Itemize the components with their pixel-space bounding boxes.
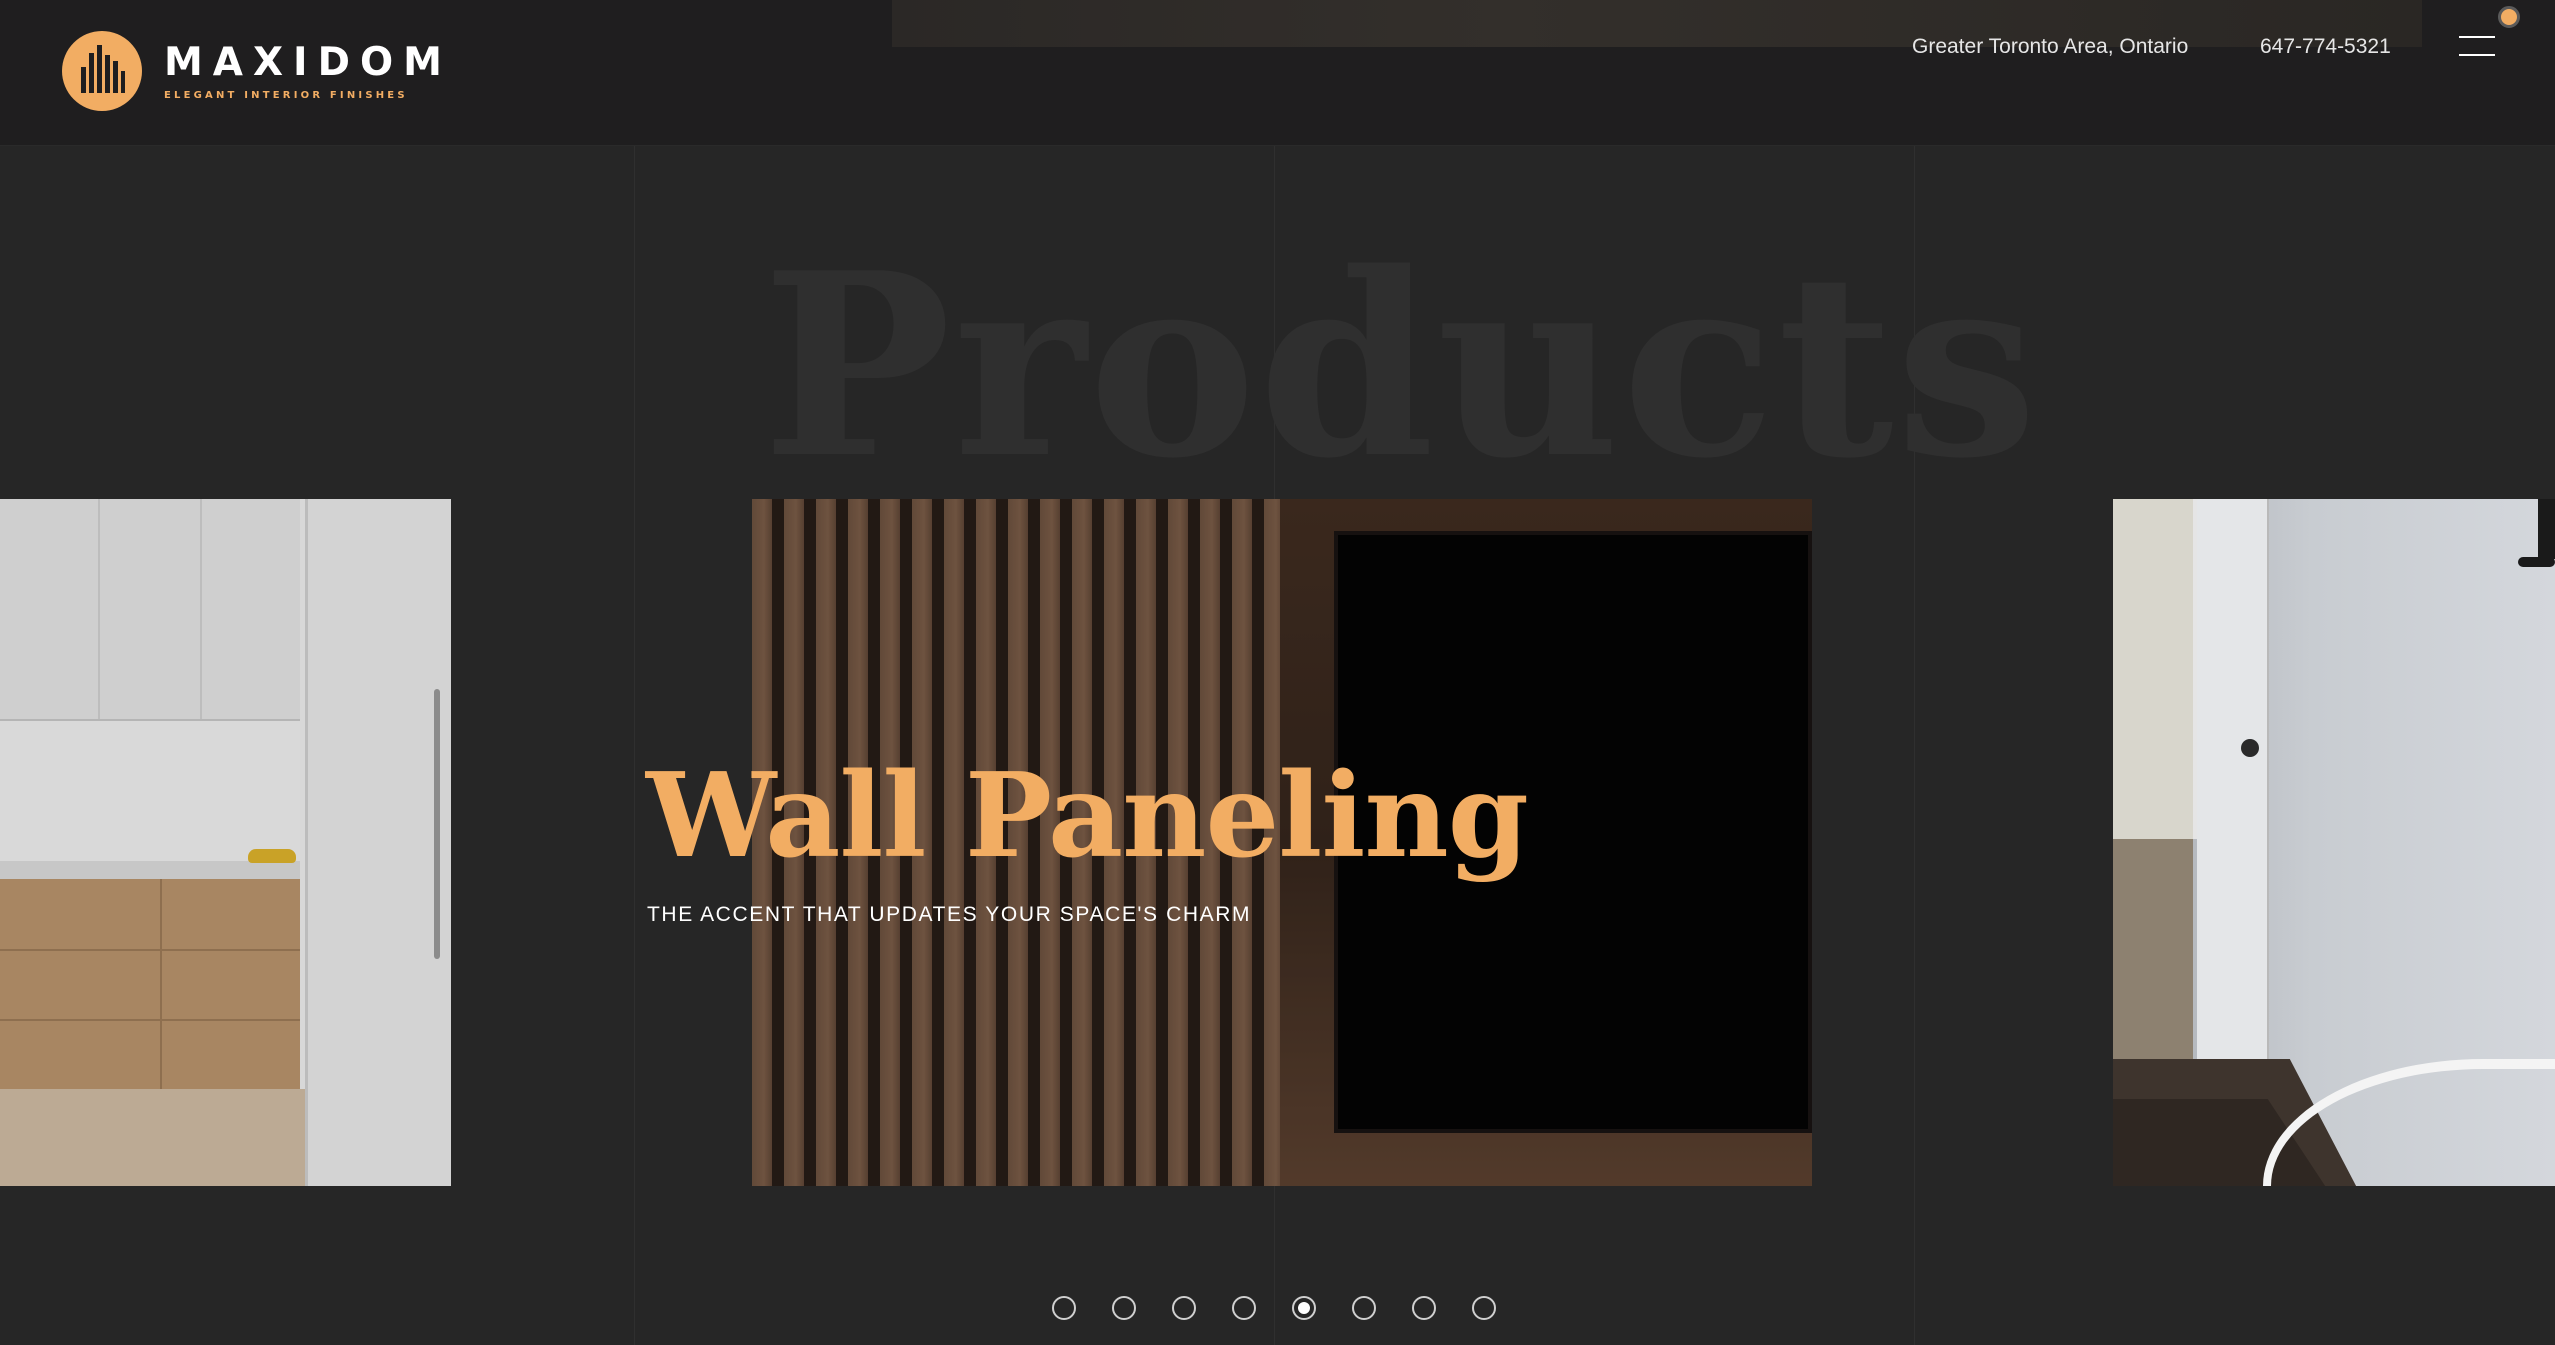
slide-title[interactable]: Wall Paneling xyxy=(646,752,1529,880)
brand-logo[interactable]: MAXIDOM ELEGANT INTERIOR FINISHES xyxy=(62,30,482,112)
carousel-slide-next[interactable] xyxy=(2113,499,2555,1186)
stair-post xyxy=(2538,499,2555,559)
cabinet-seam xyxy=(160,879,162,1089)
kitchen-fridge-panel xyxy=(305,499,451,1186)
phone-link[interactable]: 647-774-5321 xyxy=(2260,35,2391,59)
carousel-dot-5-active[interactable] xyxy=(1292,1296,1316,1320)
menu-line xyxy=(2459,36,2495,38)
grid-line xyxy=(1914,0,1915,1345)
brand-tagline: ELEGANT INTERIOR FINISHES xyxy=(164,89,408,101)
section-background-title: Products xyxy=(762,218,2040,514)
fruit-bowl xyxy=(248,849,296,863)
door-knob xyxy=(2241,739,2259,757)
carousel-dot-4[interactable] xyxy=(1232,1296,1256,1320)
products-page: Products MAXIDOM ELEGANT INTERIOR FINISH… xyxy=(0,0,2555,1345)
menu-indicator-dot xyxy=(2498,6,2520,28)
carousel-dot-7[interactable] xyxy=(1412,1296,1436,1320)
brand-text: MAXIDOM ELEGANT INTERIOR FINISHES xyxy=(164,39,452,101)
carousel-dot-8[interactable] xyxy=(1472,1296,1496,1320)
carousel-dot-1[interactable] xyxy=(1052,1296,1076,1320)
carousel-slide-previous[interactable] xyxy=(0,499,451,1186)
cabinet-seam xyxy=(0,949,300,951)
kitchen-counter xyxy=(0,861,300,879)
slide-subtitle: THE ACCENT THAT UPDATES YOUR SPACE'S CHA… xyxy=(647,903,1252,926)
fridge-handle xyxy=(434,689,440,959)
cabinet-seam xyxy=(98,499,100,719)
carousel-dot-3[interactable] xyxy=(1172,1296,1196,1320)
site-header: MAXIDOM ELEGANT INTERIOR FINISHES Greate… xyxy=(0,0,2555,146)
brand-name: MAXIDOM xyxy=(164,39,452,85)
kitchen-lower-cabinets xyxy=(0,879,300,1089)
cabinet-seam xyxy=(0,1019,300,1021)
hallway-door xyxy=(2197,499,2269,1099)
kitchen-backsplash xyxy=(0,721,300,861)
location-text: Greater Toronto Area, Ontario xyxy=(1912,35,2189,58)
hallway-window xyxy=(2113,499,2197,839)
kitchen-upper-cabinets xyxy=(0,499,300,721)
carousel-dot-6[interactable] xyxy=(1352,1296,1376,1320)
header-background-image xyxy=(892,0,2422,47)
cabinet-seam xyxy=(200,499,202,719)
grid-line xyxy=(634,0,635,1345)
stair-rail xyxy=(2518,557,2555,567)
carousel-dot-2[interactable] xyxy=(1112,1296,1136,1320)
building-logo-icon xyxy=(62,31,142,111)
hamburger-menu-icon[interactable] xyxy=(2456,30,2500,64)
menu-line xyxy=(2459,54,2495,56)
